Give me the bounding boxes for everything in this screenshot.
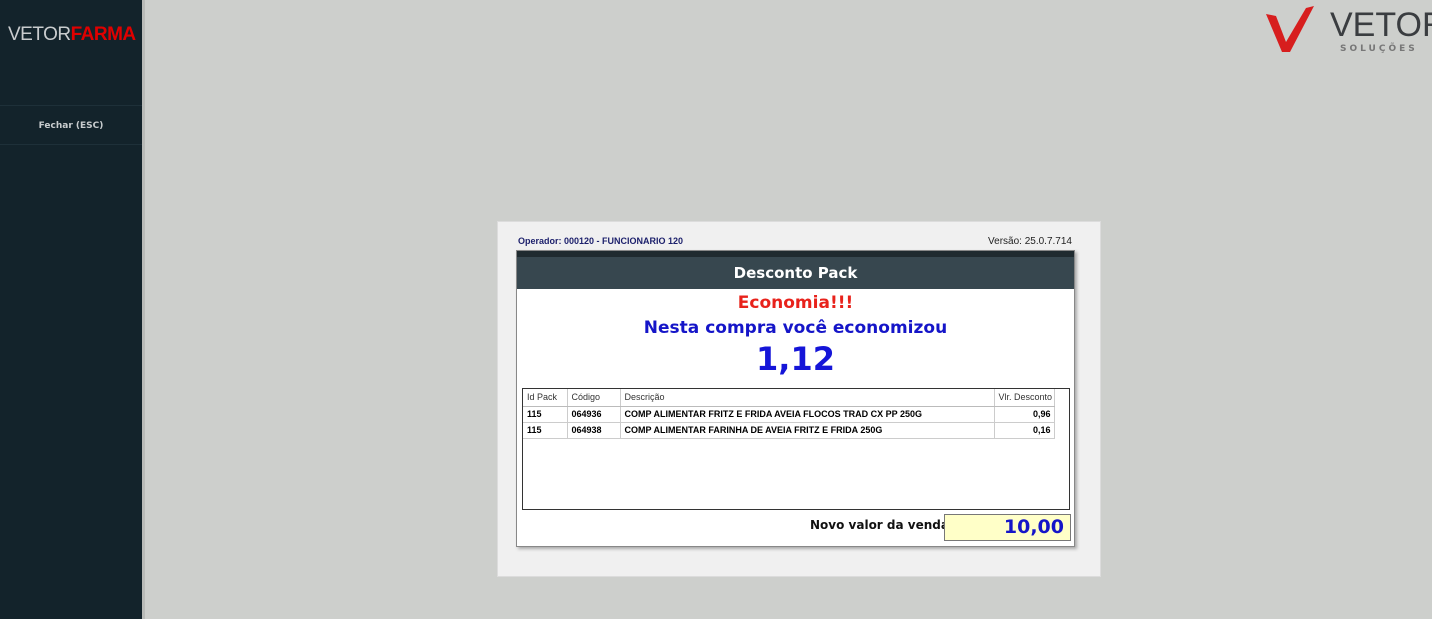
cell-discount: 0,16 xyxy=(994,422,1055,439)
new-total-field: 10,00 xyxy=(944,514,1071,541)
close-button[interactable]: Fechar (ESC) xyxy=(0,105,142,145)
cell-code: 064938 xyxy=(567,422,621,439)
logo-title: VETOR xyxy=(1330,6,1432,44)
cell-description: COMP ALIMENTAR FRITZ E FRIDA AVEIA FLOCO… xyxy=(620,406,995,423)
checkmark-logo-icon xyxy=(1266,6,1314,52)
cell-code: 064936 xyxy=(567,406,621,423)
col-codigo[interactable]: Código xyxy=(567,389,621,407)
savings-message: Nesta compra você economizou xyxy=(643,318,948,338)
dialog-title: Desconto Pack xyxy=(517,251,1074,289)
cell-id: 115 xyxy=(523,406,568,423)
version-label: Versão: 25.0.7.714 xyxy=(988,236,1072,247)
new-total-label: Novo valor da venda: xyxy=(810,518,954,532)
cell-discount: 0,96 xyxy=(994,406,1055,423)
logo-subtitle: SOLUÇÕES xyxy=(1340,44,1418,54)
pack-discount-window: Operador: 000120 - FUNCIONARIO 120 Versã… xyxy=(497,221,1101,577)
table-row[interactable]: 115 064938 COMP ALIMENTAR FARINHA DE AVE… xyxy=(523,422,1055,439)
operator-label: Operador: 000120 - FUNCIONARIO 120 xyxy=(518,236,684,246)
vetor-solucoes-logo: VETOR SOLUÇÕES xyxy=(1262,2,1432,62)
col-id-pack[interactable]: Id Pack xyxy=(523,389,568,407)
discount-table[interactable]: Id Pack Código Descrição Vlr. Desconto 1… xyxy=(522,388,1070,510)
savings-value: 1,12 xyxy=(756,340,835,378)
cell-description: COMP ALIMENTAR FARINHA DE AVEIA FRITZ E … xyxy=(620,422,995,439)
headline: Economia!!! xyxy=(737,293,854,313)
cell-id: 115 xyxy=(523,422,568,439)
table-header: Id Pack Código Descrição Vlr. Desconto xyxy=(523,389,1055,407)
col-descricao[interactable]: Descrição xyxy=(620,389,995,407)
sidebar: VETORFARMA Fechar (ESC) xyxy=(0,0,145,619)
table-row[interactable]: 115 064936 COMP ALIMENTAR FRITZ E FRIDA … xyxy=(523,406,1055,423)
col-vlr-desconto[interactable]: Vlr. Desconto xyxy=(994,389,1055,407)
vetorfarma-logo: VETORFARMA xyxy=(8,24,136,45)
discount-dialog: Desconto Pack Economia!!! Nesta compra v… xyxy=(516,250,1075,547)
